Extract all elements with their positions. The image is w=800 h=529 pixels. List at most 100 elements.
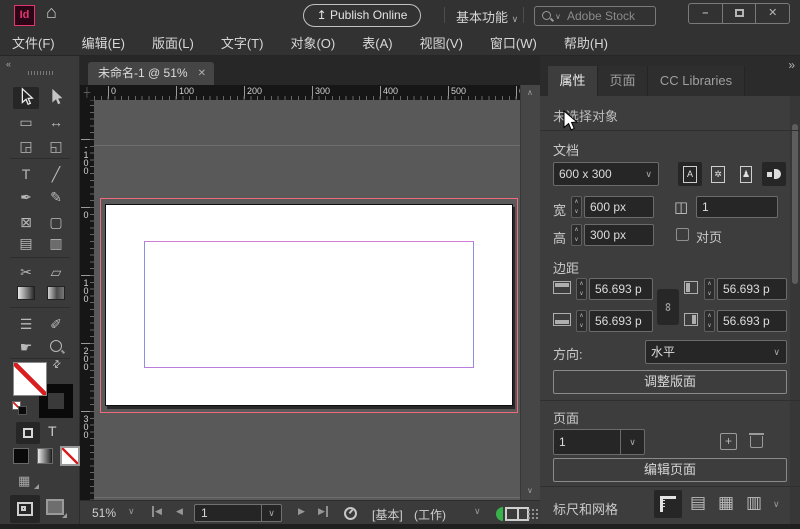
panel-scrollbar[interactable] bbox=[790, 96, 800, 524]
margin-right-field[interactable]: 56.693 p bbox=[717, 310, 787, 332]
page-count-field[interactable]: 1 bbox=[696, 196, 778, 218]
margin-right-stepper[interactable]: ∧ ∨ bbox=[704, 310, 715, 332]
content-collector-tool[interactable]: ◲ bbox=[13, 135, 39, 157]
baseline-grid-button[interactable]: ▤ bbox=[690, 492, 706, 514]
menu-object[interactable]: 对象(O) bbox=[290, 33, 335, 52]
column-grid-button[interactable]: ▥ bbox=[746, 492, 762, 514]
toolbox-drag-grip[interactable] bbox=[28, 71, 54, 75]
horizontal-ruler[interactable]: 0 100 200 300 400 500 600 bbox=[94, 85, 520, 100]
preview-screen-mode-button[interactable] bbox=[46, 498, 68, 520]
menu-file[interactable]: 文件(F) bbox=[12, 33, 55, 52]
vertical-grid-tool[interactable]: ▥ bbox=[43, 232, 69, 254]
eyedropper-tool[interactable]: ✐ bbox=[43, 313, 69, 335]
content-placer-tool[interactable]: ◱ bbox=[43, 135, 69, 157]
menu-edit[interactable]: 编辑(E) bbox=[82, 33, 125, 52]
menu-table[interactable]: 表(A) bbox=[362, 33, 392, 52]
delete-page-trash-icon[interactable] bbox=[749, 433, 764, 448]
pencil-tool[interactable]: ✎ bbox=[43, 186, 69, 208]
last-page-button[interactable]: ▶ bbox=[318, 506, 328, 517]
margin-bottom-field[interactable]: 56.693 p bbox=[589, 310, 653, 332]
gradient-swatch-tool[interactable] bbox=[17, 286, 35, 300]
height-field[interactable]: 300 px bbox=[584, 224, 654, 246]
menu-help[interactable]: 帮助(H) bbox=[564, 33, 608, 52]
scissors-tool[interactable]: ✂ bbox=[13, 261, 39, 283]
ruler-origin[interactable]: ┼ bbox=[80, 85, 94, 100]
page-size-dropdown[interactable]: 600 x 300 ∨ bbox=[553, 162, 659, 186]
free-transform-tool[interactable]: ▱ bbox=[43, 261, 69, 283]
fill-swatch-none[interactable] bbox=[13, 362, 47, 396]
adjust-layout-button[interactable]: 调整版面 bbox=[553, 370, 787, 394]
section-chevron-icon[interactable]: ∨ bbox=[773, 499, 780, 510]
intent-web-button[interactable]: ✲ bbox=[706, 162, 730, 186]
adobe-stock-search[interactable]: ∨ bbox=[534, 6, 656, 26]
menu-window[interactable]: 窗口(W) bbox=[490, 33, 537, 52]
apply-color-button[interactable] bbox=[13, 448, 29, 464]
preflight-icon[interactable] bbox=[344, 507, 357, 520]
view-options-icon[interactable]: ▦ bbox=[18, 473, 30, 489]
selection-tool[interactable] bbox=[13, 87, 39, 109]
swap-fill-stroke-icon[interactable]: ⇄ bbox=[50, 358, 64, 372]
show-rulers-button[interactable] bbox=[654, 490, 682, 518]
height-stepper[interactable]: ∧ ∨ bbox=[571, 224, 582, 246]
gradient-feather-tool[interactable] bbox=[47, 286, 65, 300]
panel-scrollbar-thumb[interactable] bbox=[792, 124, 798, 284]
current-page-dropdown[interactable]: 1 ∨ bbox=[553, 429, 645, 455]
pen-tool[interactable]: ✒ bbox=[13, 186, 39, 208]
frame-tool[interactable]: ⊠ bbox=[13, 211, 39, 233]
zoom-chevron-icon[interactable]: ∨ bbox=[128, 506, 135, 517]
document-page[interactable] bbox=[105, 204, 513, 406]
preflight-profile[interactable]: (工作) bbox=[414, 506, 446, 523]
publish-online-button[interactable]: ↥ Publish Online bbox=[303, 4, 421, 27]
width-stepper[interactable]: ∧ ∨ bbox=[571, 196, 582, 218]
next-page-button[interactable]: ▶ bbox=[298, 506, 305, 517]
default-fill-stroke-icon[interactable] bbox=[12, 401, 28, 416]
line-tool[interactable]: ╱ bbox=[43, 163, 69, 185]
margin-top-stepper[interactable]: ∧ ∨ bbox=[576, 278, 587, 300]
document-tab[interactable]: 未命名-1 @ 51% ✕ bbox=[88, 62, 214, 85]
type-tool[interactable]: T bbox=[13, 163, 39, 185]
minimize-button[interactable]: – bbox=[689, 4, 722, 23]
split-view-icon[interactable] bbox=[505, 507, 529, 521]
width-field[interactable]: 600 px bbox=[584, 196, 654, 218]
intent-mobile-button[interactable]: ♟ bbox=[734, 162, 758, 186]
preflight-chevron-icon[interactable]: ∨ bbox=[474, 506, 481, 517]
page-number-combobox[interactable]: 1 ∨ bbox=[194, 504, 282, 522]
gap-tool[interactable]: ↔ bbox=[43, 111, 69, 133]
tab-pages[interactable]: 页面 bbox=[598, 66, 648, 96]
document-grid-button[interactable]: ▦ bbox=[718, 492, 734, 514]
margin-left-field[interactable]: 56.693 p bbox=[717, 278, 787, 300]
page-tool[interactable]: ▭ bbox=[13, 111, 39, 133]
first-page-button[interactable]: ◀ bbox=[152, 506, 162, 517]
direct-selection-tool[interactable] bbox=[43, 87, 69, 109]
intent-print-button[interactable]: A bbox=[678, 162, 702, 186]
tab-cc-libraries[interactable]: CC Libraries bbox=[648, 66, 745, 96]
search-scope-chevron-icon[interactable]: ∨ bbox=[555, 12, 561, 21]
hand-tool[interactable]: ☛ bbox=[13, 336, 39, 358]
normal-screen-mode-button[interactable] bbox=[10, 495, 40, 523]
add-page-button[interactable]: + bbox=[720, 433, 737, 450]
apply-none-button[interactable] bbox=[60, 446, 80, 466]
orientation-landscape-button[interactable] bbox=[762, 162, 786, 186]
page-combo-chevron-icon[interactable]: ∨ bbox=[261, 505, 281, 521]
margin-left-stepper[interactable]: ∧ ∨ bbox=[704, 278, 715, 300]
resize-grip[interactable] bbox=[527, 508, 539, 520]
maximize-button[interactable] bbox=[721, 4, 756, 23]
collapse-panel-icon[interactable]: » bbox=[788, 58, 795, 72]
canvas-vertical-scrollbar[interactable]: ∧ ∨ bbox=[520, 85, 540, 500]
home-icon[interactable]: ⌂ bbox=[46, 2, 57, 23]
horizontal-grid-tool[interactable]: ▤ bbox=[13, 232, 39, 254]
formatting-affects-container-button[interactable] bbox=[16, 422, 40, 444]
workspace-switcher[interactable]: 基本功能 ∨ bbox=[456, 7, 518, 26]
margin-top-field[interactable]: 56.693 p bbox=[589, 278, 653, 300]
margin-bottom-stepper[interactable]: ∧ ∨ bbox=[576, 310, 587, 332]
scroll-up-icon[interactable]: ∧ bbox=[527, 88, 533, 97]
zoom-level[interactable]: 51% bbox=[92, 506, 116, 520]
facing-pages-checkbox[interactable] bbox=[676, 228, 689, 241]
menu-type[interactable]: 文字(T) bbox=[221, 33, 264, 52]
orientation-dropdown[interactable]: 水平 ∨ bbox=[645, 340, 787, 364]
rectangle-tool[interactable]: ▢ bbox=[43, 211, 69, 233]
close-tab-icon[interactable]: ✕ bbox=[198, 62, 206, 85]
preflight-preset[interactable]: [基本] bbox=[372, 506, 403, 523]
edit-pages-button[interactable]: 编辑页面 bbox=[553, 458, 787, 482]
zoom-tool[interactable] bbox=[43, 336, 69, 358]
